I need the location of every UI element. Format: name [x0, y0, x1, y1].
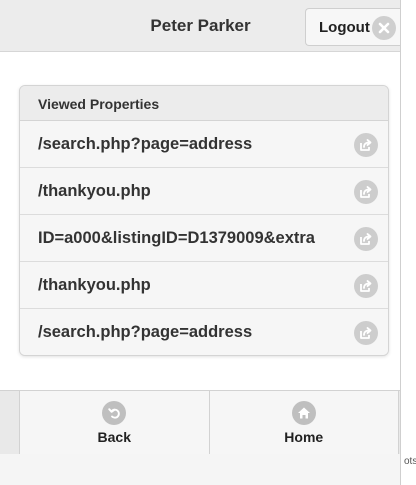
back-arrow-icon [102, 401, 127, 425]
home-button[interactable]: Home [209, 391, 399, 455]
back-label: Back [97, 429, 131, 445]
logout-label: Logout [319, 18, 370, 36]
home-label: Home [284, 429, 324, 445]
clipped-edge-text: ots [404, 456, 416, 467]
footer-nav-group: Back Home [19, 391, 399, 455]
list-item-label: /search.php?page=address [38, 323, 253, 341]
share-icon[interactable] [354, 180, 378, 204]
page-header: Peter Parker Logout [0, 0, 400, 52]
page-bottom-area [0, 454, 400, 485]
viewed-properties-list: Viewed Properties /search.php?page=addre… [19, 85, 389, 356]
list-item[interactable]: /search.php?page=address [20, 121, 388, 168]
share-icon[interactable] [354, 227, 378, 251]
share-icon[interactable] [354, 274, 378, 298]
list-item[interactable]: /search.php?page=address [20, 309, 388, 355]
share-icon[interactable] [354, 133, 378, 157]
logout-button[interactable]: Logout [305, 8, 400, 46]
share-icon[interactable] [354, 321, 378, 345]
list-item[interactable]: /thankyou.php [20, 262, 388, 309]
mobile-page: Peter Parker Logout Viewed Properties /s… [0, 0, 401, 485]
list-heading: Viewed Properties [20, 86, 388, 121]
list-item[interactable]: /thankyou.php [20, 168, 388, 215]
home-icon [291, 401, 316, 425]
page-content: Viewed Properties /search.php?page=addre… [0, 52, 400, 390]
list-item[interactable]: ID=a000&listingID=D1379009&extra [20, 215, 388, 262]
footer-navbar: Back Home [0, 390, 400, 455]
back-button[interactable]: Back [20, 391, 210, 455]
list-item-label: /search.php?page=address [38, 135, 253, 153]
close-icon [372, 16, 396, 40]
list-item-label: ID=a000&listingID=D1379009&extra [38, 229, 315, 247]
list-item-label: /thankyou.php [38, 182, 151, 200]
list-item-label: /thankyou.php [38, 276, 151, 294]
